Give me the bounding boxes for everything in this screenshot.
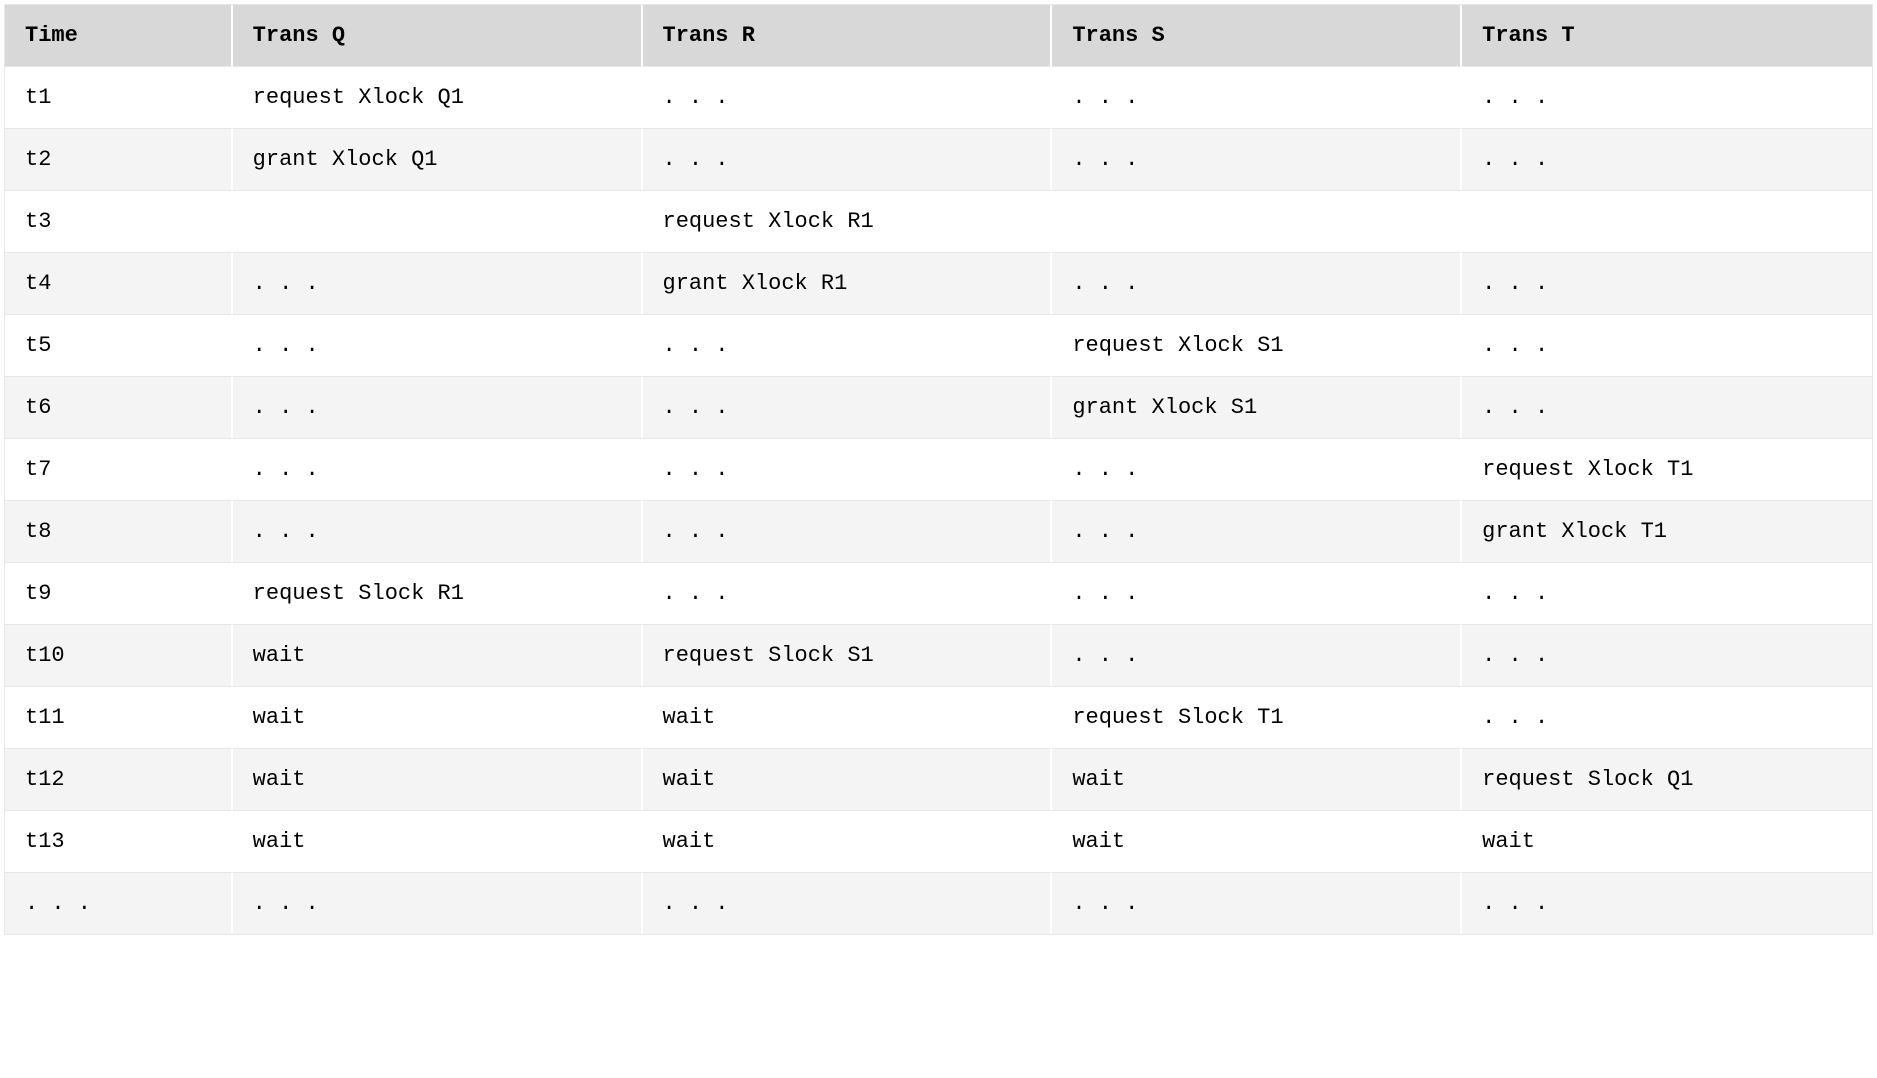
- cell-trans-r: . . .: [643, 439, 1053, 501]
- table-row: t2 grant Xlock Q1 . . . . . . . . .: [5, 129, 1872, 191]
- cell-trans-q: [233, 191, 643, 253]
- cell-time: t13: [5, 811, 233, 873]
- cell-trans-q: . . .: [233, 501, 643, 563]
- cell-time: t11: [5, 687, 233, 749]
- cell-trans-t: grant Xlock T1: [1462, 501, 1872, 563]
- table-row: t7 . . . . . . . . . request Xlock T1: [5, 439, 1872, 501]
- table-row: t5 . . . . . . request Xlock S1 . . .: [5, 315, 1872, 377]
- cell-trans-t: request Xlock T1: [1462, 439, 1872, 501]
- cell-time: t1: [5, 67, 233, 129]
- cell-time: t6: [5, 377, 233, 439]
- cell-trans-s: wait: [1052, 811, 1462, 873]
- cell-trans-r: grant Xlock R1: [643, 253, 1053, 315]
- cell-trans-r: . . .: [643, 377, 1053, 439]
- table-row: t9 request Slock R1 . . . . . . . . .: [5, 563, 1872, 625]
- table-row: t12 wait wait wait request Slock Q1: [5, 749, 1872, 811]
- table-row: t13 wait wait wait wait: [5, 811, 1872, 873]
- cell-trans-s: . . .: [1052, 67, 1462, 129]
- cell-trans-t: request Slock Q1: [1462, 749, 1872, 811]
- cell-trans-t: . . .: [1462, 253, 1872, 315]
- cell-time: t5: [5, 315, 233, 377]
- cell-trans-q: wait: [233, 749, 643, 811]
- cell-time: t7: [5, 439, 233, 501]
- cell-time: . . .: [5, 873, 233, 934]
- cell-time: t2: [5, 129, 233, 191]
- cell-trans-t: . . .: [1462, 625, 1872, 687]
- cell-trans-s: . . .: [1052, 501, 1462, 563]
- cell-trans-r: . . .: [643, 129, 1053, 191]
- cell-trans-q: . . .: [233, 315, 643, 377]
- cell-trans-q: request Slock R1: [233, 563, 643, 625]
- cell-trans-s: request Xlock S1: [1052, 315, 1462, 377]
- cell-trans-r: . . .: [643, 563, 1053, 625]
- cell-trans-q: wait: [233, 687, 643, 749]
- cell-trans-t: . . .: [1462, 377, 1872, 439]
- cell-trans-r: request Xlock R1: [643, 191, 1053, 253]
- cell-trans-r: request Slock S1: [643, 625, 1053, 687]
- cell-trans-s: . . .: [1052, 873, 1462, 934]
- cell-trans-q: wait: [233, 811, 643, 873]
- table-row: t8 . . . . . . . . . grant Xlock T1: [5, 501, 1872, 563]
- cell-trans-s: . . .: [1052, 253, 1462, 315]
- cell-trans-t: . . .: [1462, 67, 1872, 129]
- cell-trans-t: . . .: [1462, 129, 1872, 191]
- cell-trans-s: [1052, 191, 1462, 253]
- table-row: t11 wait wait request Slock T1 . . .: [5, 687, 1872, 749]
- cell-trans-q: . . .: [233, 439, 643, 501]
- cell-trans-r: wait: [643, 687, 1053, 749]
- table-row: t10 wait request Slock S1 . . . . . .: [5, 625, 1872, 687]
- cell-trans-t: [1462, 191, 1872, 253]
- cell-trans-s: . . .: [1052, 625, 1462, 687]
- cell-trans-s: wait: [1052, 749, 1462, 811]
- cell-time: t12: [5, 749, 233, 811]
- table-row: t1 request Xlock Q1 . . . . . . . . .: [5, 67, 1872, 129]
- cell-trans-t: . . .: [1462, 873, 1872, 934]
- cell-trans-q: wait: [233, 625, 643, 687]
- cell-trans-q: request Xlock Q1: [233, 67, 643, 129]
- cell-trans-q: . . .: [233, 377, 643, 439]
- cell-trans-t: . . .: [1462, 563, 1872, 625]
- cell-trans-s: . . .: [1052, 129, 1462, 191]
- cell-trans-s: grant Xlock S1: [1052, 377, 1462, 439]
- cell-trans-s: . . .: [1052, 563, 1462, 625]
- cell-trans-r: wait: [643, 811, 1053, 873]
- col-header-trans-s: Trans S: [1052, 5, 1462, 67]
- cell-trans-t: . . .: [1462, 315, 1872, 377]
- cell-trans-q: . . .: [233, 253, 643, 315]
- col-header-trans-q: Trans Q: [233, 5, 643, 67]
- cell-time: t10: [5, 625, 233, 687]
- cell-trans-r: wait: [643, 749, 1053, 811]
- cell-time: t3: [5, 191, 233, 253]
- table-row: t6 . . . . . . grant Xlock S1 . . .: [5, 377, 1872, 439]
- table-row: t4 . . . grant Xlock R1 . . . . . .: [5, 253, 1872, 315]
- table-row: t3 request Xlock R1: [5, 191, 1872, 253]
- col-header-time: Time: [5, 5, 233, 67]
- cell-trans-r: . . .: [643, 67, 1053, 129]
- cell-trans-r: . . .: [643, 315, 1053, 377]
- cell-trans-q: grant Xlock Q1: [233, 129, 643, 191]
- cell-trans-r: . . .: [643, 501, 1053, 563]
- lock-schedule-table: Time Trans Q Trans R Trans S Trans T t1 …: [4, 4, 1873, 935]
- cell-trans-r: . . .: [643, 873, 1053, 934]
- cell-trans-s: request Slock T1: [1052, 687, 1462, 749]
- cell-trans-q: . . .: [233, 873, 643, 934]
- table-header-row: Time Trans Q Trans R Trans S Trans T: [5, 5, 1872, 67]
- col-header-trans-r: Trans R: [643, 5, 1053, 67]
- cell-trans-s: . . .: [1052, 439, 1462, 501]
- cell-trans-t: wait: [1462, 811, 1872, 873]
- cell-trans-t: . . .: [1462, 687, 1872, 749]
- table-body: t1 request Xlock Q1 . . . . . . . . . t2…: [5, 67, 1872, 934]
- col-header-trans-t: Trans T: [1462, 5, 1872, 67]
- cell-time: t4: [5, 253, 233, 315]
- cell-time: t9: [5, 563, 233, 625]
- cell-time: t8: [5, 501, 233, 563]
- table-row: . . . . . . . . . . . . . . .: [5, 873, 1872, 934]
